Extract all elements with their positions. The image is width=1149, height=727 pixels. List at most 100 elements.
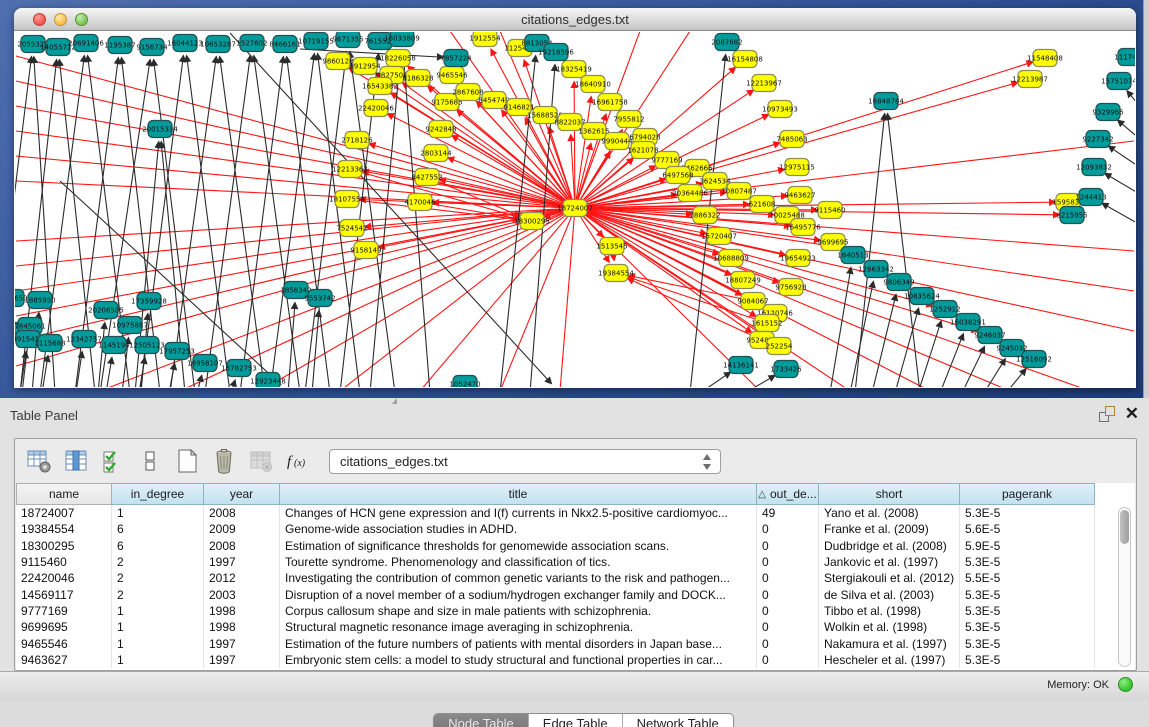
citation-network-graph[interactable]: 1872400718300295193845541513545986012889…: [15, 32, 1135, 387]
network-view-window[interactable]: citations_edges.txt 18724007183002951938…: [14, 8, 1136, 388]
cited-paper-node[interactable]: 19654923: [780, 250, 816, 267]
cited-paper-node[interactable]: 9242848: [425, 121, 456, 138]
cited-paper-node[interactable]: 9158149: [350, 242, 381, 259]
cell-pagerank[interactable]: 5.3E-5: [960, 652, 1095, 668]
citing-paper-node[interactable]: 1115688: [34, 335, 65, 352]
cell-pagerank[interactable]: 5.5E-5: [960, 570, 1095, 586]
cell-year[interactable]: 2008: [204, 538, 280, 554]
cell-title[interactable]: Estimation of the future numbers of pati…: [280, 635, 757, 651]
cell-name[interactable]: 9465546: [16, 635, 112, 651]
show-columns-icon[interactable]: [63, 448, 89, 474]
cited-paper-node[interactable]: 9115460: [814, 202, 845, 219]
column-header-title[interactable]: title: [280, 483, 757, 505]
cell-name[interactable]: 9463627: [16, 652, 112, 668]
citing-paper-node[interactable]: 16848784: [868, 93, 904, 110]
cell-out_de[interactable]: 0: [757, 570, 819, 586]
cell-pagerank[interactable]: 5.3E-5: [960, 505, 1095, 521]
cell-in_degree[interactable]: 1: [112, 603, 204, 619]
citing-paper-node[interactable]: 1244413: [1075, 189, 1106, 206]
cited-paper-node[interactable]: 2803144: [420, 145, 452, 162]
citing-paper-node[interactable]: 1145194: [98, 337, 130, 354]
cell-year[interactable]: 1998: [204, 619, 280, 635]
cell-in_degree[interactable]: 1: [112, 619, 204, 635]
network-window-titlebar[interactable]: citations_edges.txt: [14, 8, 1136, 31]
table-select-dropdown[interactable]: citations_edges.txt: [329, 449, 721, 474]
cell-short[interactable]: Tibbo et al. (1998): [819, 603, 960, 619]
table-row[interactable]: 1456911722003Disruption of a novel membe…: [16, 586, 1135, 602]
citing-paper-node[interactable]: 15751074: [1101, 73, 1135, 90]
node-table[interactable]: namein_degreeyeartitle△out_de...shortpag…: [16, 483, 1135, 670]
dropdown-stepper-icon[interactable]: [702, 453, 712, 476]
cited-paper-node[interactable]: 9465546: [436, 67, 468, 84]
tab-network-table[interactable]: Network Table: [622, 714, 733, 727]
cell-out_de[interactable]: 49: [757, 505, 819, 521]
citing-paper-node[interactable]: 10653287: [200, 36, 236, 53]
cell-name[interactable]: 19384554: [16, 521, 112, 537]
cell-short[interactable]: Hescheler et al. (1997): [819, 652, 960, 668]
cited-paper-node[interactable]: 8186328: [402, 70, 433, 87]
column-header-year[interactable]: year: [204, 483, 280, 505]
cited-paper-node[interactable]: 12213987: [1012, 71, 1048, 88]
cited-paper-node[interactable]: 9463627: [784, 187, 815, 204]
cell-short[interactable]: Nakamura et al. (1997): [819, 635, 960, 651]
cited-paper-node[interactable]: 18226058: [380, 50, 416, 67]
cited-paper-node[interactable]: 7485063: [776, 131, 807, 148]
table-row[interactable]: 1938455462009Genome-wide association stu…: [16, 521, 1135, 537]
cell-in_degree[interactable]: 1: [112, 505, 204, 521]
table-body[interactable]: 1872400712008Changes of HCN gene express…: [16, 505, 1135, 668]
cited-paper-node[interactable]: 1912554: [469, 32, 501, 47]
cell-name[interactable]: 9115460: [16, 554, 112, 570]
table-row[interactable]: 969969511998Structural magnetic resonanc…: [16, 619, 1135, 635]
cell-name[interactable]: 9699695: [16, 619, 112, 635]
cell-title[interactable]: Structural magnetic resonance image aver…: [280, 619, 757, 635]
citing-paper-node[interactable]: 1527602: [236, 35, 267, 52]
citing-paper-node[interactable]: 2087682: [711, 34, 742, 51]
cited-paper-node[interactable]: 1615152: [751, 315, 782, 332]
tab-node-table[interactable]: Node Table: [434, 714, 528, 727]
cell-out_de[interactable]: 0: [757, 521, 819, 537]
column-header-out_de[interactable]: △out_de...: [757, 483, 819, 505]
memory-status-indicator[interactable]: [1118, 677, 1133, 692]
table-row[interactable]: 977716911998Corpus callosum shape and si…: [16, 603, 1135, 619]
cell-short[interactable]: Yano et al. (2008): [819, 505, 960, 521]
citing-paper-node[interactable]: 12093832: [1076, 159, 1112, 176]
cell-pagerank[interactable]: 5.3E-5: [960, 603, 1095, 619]
cell-pagerank[interactable]: 5.3E-5: [960, 635, 1095, 651]
cell-title[interactable]: Disruption of a novel member of a sodium…: [280, 586, 757, 602]
citing-paper-node[interactable]: 10719155: [298, 33, 334, 50]
cell-in_degree[interactable]: 2: [112, 570, 204, 586]
cell-name[interactable]: 18724007: [16, 505, 112, 521]
column-header-pagerank[interactable]: pagerank: [960, 483, 1095, 505]
cell-title[interactable]: Embryonic stem cells: a model to study s…: [280, 652, 757, 668]
cited-paper-node[interactable]: 4170046: [404, 194, 436, 211]
cell-short[interactable]: Franke et al. (2009): [819, 521, 960, 537]
cell-short[interactable]: Jankovic et al. (1997): [819, 554, 960, 570]
citing-paper-node[interactable]: 9156734: [136, 39, 168, 56]
citing-paper-node[interactable]: 9553742: [304, 290, 335, 307]
cell-title[interactable]: Corpus callosum shape and size in male p…: [280, 603, 757, 619]
table-scrollbar[interactable]: [1118, 507, 1131, 667]
table-scrollbar-thumb[interactable]: [1120, 510, 1129, 544]
cell-title[interactable]: Investigating the contribution of common…: [280, 570, 757, 586]
cell-short[interactable]: Dudbridge et al. (2008): [819, 538, 960, 554]
table-row[interactable]: 2242004622012Investigating the contribut…: [16, 570, 1135, 586]
citing-paper-node[interactable]: 12342757: [66, 331, 102, 348]
cell-title[interactable]: Changes of HCN gene expression and I(f) …: [280, 505, 757, 521]
table-settings-icon[interactable]: [26, 448, 52, 474]
cell-in_degree[interactable]: 1: [112, 635, 204, 651]
citing-paper-node[interactable]: 1117458: [1114, 49, 1135, 66]
tab-edge-table[interactable]: Edge Table: [528, 714, 622, 727]
cell-year[interactable]: 1997: [204, 635, 280, 651]
citing-paper-node[interactable]: 9329966: [1092, 104, 1124, 121]
citing-paper-node[interactable]: 9806349: [883, 274, 914, 291]
cell-year[interactable]: 1997: [204, 554, 280, 570]
cell-out_de[interactable]: 0: [757, 603, 819, 619]
cell-out_de[interactable]: 0: [757, 619, 819, 635]
function-builder-icon[interactable]: f(x): [285, 448, 311, 474]
cell-pagerank[interactable]: 5.3E-5: [960, 619, 1095, 635]
cited-paper-node[interactable]: 12213967: [746, 75, 782, 92]
cited-paper-node[interactable]: 16961758: [592, 94, 628, 111]
cell-out_de[interactable]: 0: [757, 538, 819, 554]
cell-in_degree[interactable]: 1: [112, 652, 204, 668]
table-row[interactable]: 946554611997Estimation of the future num…: [16, 635, 1135, 651]
